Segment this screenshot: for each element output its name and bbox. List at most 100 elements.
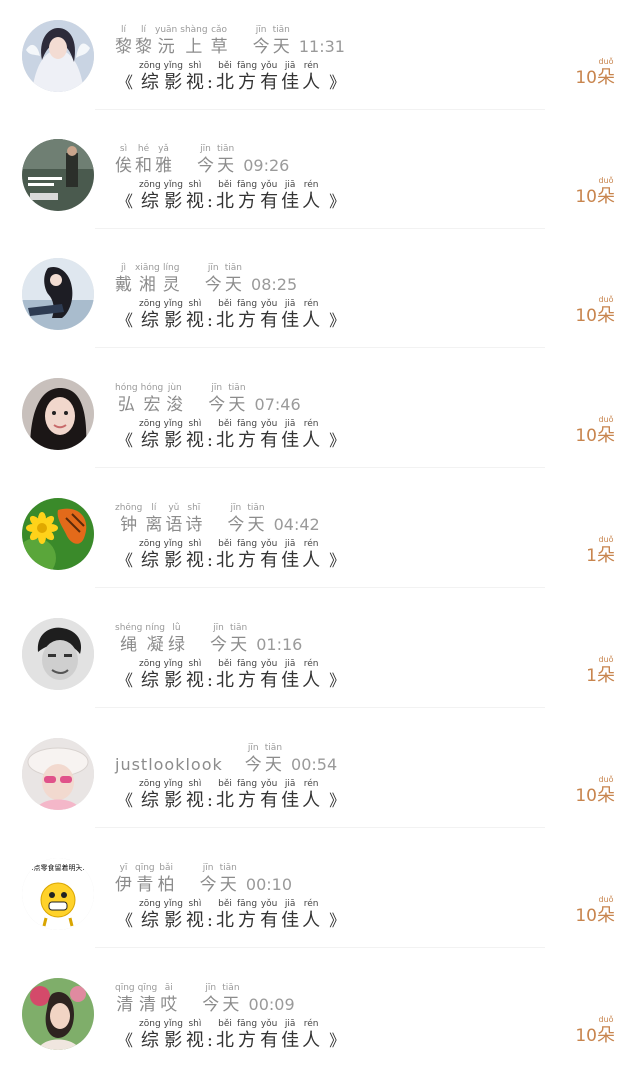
pinyin: yǒu bbox=[260, 659, 278, 669]
pinyin: yǐng bbox=[163, 180, 183, 190]
user-avatar[interactable]: .点零食留着明天. bbox=[22, 858, 94, 930]
pinyin: fāng bbox=[237, 1019, 258, 1029]
hanzi: 北 bbox=[216, 550, 234, 571]
pinyin: rén bbox=[303, 61, 319, 71]
user-avatar[interactable] bbox=[22, 618, 94, 690]
pinyin: cǎo bbox=[211, 25, 228, 35]
pinyin: yǒu bbox=[260, 180, 278, 190]
ruby-char: : bbox=[207, 61, 213, 94]
pinyin: shì bbox=[188, 659, 202, 669]
pinyin: yǐng bbox=[163, 61, 183, 71]
gift-record-row[interactable]: jì 戴 xiāng 湘 líng 灵 jīn 今 tiān 天 08:25 《 zōng 综 yǐng 影 s… bbox=[0, 238, 640, 348]
ruby-char: : bbox=[207, 419, 213, 452]
ruby-char: yǒu 有 bbox=[260, 779, 278, 812]
hanzi: : bbox=[206, 191, 213, 212]
hanzi: 视 bbox=[185, 550, 204, 571]
ruby-char: jiā 佳 bbox=[281, 61, 299, 94]
ruby-char: jiā 佳 bbox=[281, 899, 299, 932]
hanzi: 方 bbox=[238, 1030, 257, 1051]
user-meta: qīng 清 qīng 清 āi 哎 jīn 今 tiān 天 00:09 bbox=[115, 976, 295, 1016]
user-avatar[interactable] bbox=[22, 139, 94, 211]
bracket-right: 》 bbox=[329, 192, 346, 211]
ruby-char: běi 北 bbox=[216, 899, 234, 932]
hanzi: 佳 bbox=[281, 910, 300, 931]
pinyin: rén bbox=[303, 419, 319, 429]
ruby-char: yǒu 有 bbox=[260, 299, 278, 332]
pinyin: shī bbox=[187, 503, 201, 513]
pinyin: yǒu bbox=[260, 899, 278, 909]
pinyin: jiā bbox=[284, 779, 296, 789]
bracket-right: 》 bbox=[329, 1031, 346, 1050]
gift-record-row[interactable]: .点零食留着明天. yī 伊 qīng 青 bǎi 柏 jīn 今 tiān 天 00:10 《 zōng… bbox=[0, 838, 640, 948]
ruby-char: yǒu 有 bbox=[260, 180, 278, 213]
hanzi: 综 bbox=[140, 550, 159, 571]
ruby-char: yǒu 有 bbox=[260, 659, 278, 692]
gift-record-row[interactable]: qīng 清 qīng 清 āi 哎 jīn 今 tiān 天 00:09 《 zōng 综 yǐng 影 sh… bbox=[0, 958, 640, 1068]
gift-title: 《 zōng 综 yǐng 影 shì 视: běi 北 fāng 方 yǒu 有 jiā 佳 rén 人》 bbox=[117, 292, 351, 332]
hanzi: 人 bbox=[302, 310, 321, 331]
pinyin: tiān bbox=[264, 743, 283, 753]
flower-count: 1 duǒ 朵 bbox=[586, 654, 618, 687]
pinyin: yǔ bbox=[168, 503, 180, 513]
ruby-char: jiā 佳 bbox=[281, 299, 299, 332]
user-avatar[interactable] bbox=[22, 258, 94, 330]
hanzi: 有 bbox=[260, 910, 279, 931]
pinyin: tiān bbox=[219, 863, 237, 873]
ruby-char: zōng 综 bbox=[139, 61, 161, 94]
pinyin: yǐng bbox=[163, 779, 183, 789]
pinyin: qīng bbox=[135, 863, 155, 873]
gift-record-row[interactable]: lí 黎 lí 黎 yuān 沅 shàng 上 cǎo 草 jīn 今 tiān 天 11:31 《 zōng… bbox=[0, 0, 640, 110]
user-avatar[interactable] bbox=[22, 498, 94, 570]
ruby-char: rén 人 bbox=[302, 419, 320, 452]
hanzi: 影 bbox=[164, 430, 183, 451]
row-divider bbox=[95, 947, 545, 948]
flower-count: 10 duǒ 朵 bbox=[575, 1014, 618, 1047]
pinyin: zōng bbox=[139, 659, 161, 669]
bracket-right: 》 bbox=[329, 791, 346, 810]
pinyin: duǒ bbox=[598, 775, 614, 784]
flower-count: 10 duǒ 朵 bbox=[575, 894, 618, 927]
hanzi: 综 bbox=[140, 72, 159, 93]
hanzi: 佳 bbox=[281, 310, 300, 331]
ruby-char: fāng 方 bbox=[237, 779, 257, 812]
flower-count: 10 duǒ 朵 bbox=[575, 774, 618, 807]
hanzi: 视 bbox=[185, 1030, 204, 1051]
hanzi: 方 bbox=[238, 550, 257, 571]
pinyin: duǒ bbox=[598, 57, 614, 66]
pinyin: jīn bbox=[247, 743, 259, 753]
gift-record-row[interactable]: sì 俟 hé 和 yǎ 雅 jīn 今 tiān 天 09:26 《 zōng 综 yǐng 影 shì 视: b… bbox=[0, 119, 640, 229]
user-meta: lí 黎 lí 黎 yuān 沅 shàng 上 cǎo 草 jīn 今 tiān 天 11:31 bbox=[115, 18, 345, 58]
ruby-char: duǒ 朵 bbox=[597, 56, 615, 89]
bracket-left: 《 bbox=[117, 671, 134, 690]
pinyin: hóng bbox=[115, 383, 138, 393]
hanzi: 佳 bbox=[281, 670, 300, 691]
pinyin: jīn bbox=[211, 383, 223, 393]
pinyin: běi bbox=[218, 419, 232, 429]
hanzi: 朵 bbox=[597, 665, 615, 686]
gift-record-row[interactable]: zhōng 钟 lí 离 yǔ 语 shī 诗 jīn 今 tiān 天 04:42 《 zōng 综 yǐng… bbox=[0, 478, 640, 588]
gift-record-row[interactable]: shéng 绳 níng 凝 lǜ 绿 jīn 今 tiān 天 01:16 《 zōng 综 yǐng 影 s… bbox=[0, 598, 640, 708]
ruby-char: shì 视 bbox=[186, 779, 204, 812]
user-avatar[interactable] bbox=[22, 738, 94, 810]
user-avatar[interactable] bbox=[22, 978, 94, 1050]
ruby-char: zōng 综 bbox=[139, 419, 161, 452]
hanzi: 影 bbox=[164, 550, 183, 571]
bracket-left: 《 bbox=[117, 791, 134, 810]
ruby-char: duǒ 朵 bbox=[597, 175, 615, 208]
ruby-char: rén 人 bbox=[302, 299, 320, 332]
pinyin: rén bbox=[303, 779, 319, 789]
gift-record-row[interactable]: hóng 弘 hóng 宏 jùn 浚 jīn 今 tiān 天 07:46 《 zōng 综 yǐng 影 s… bbox=[0, 358, 640, 468]
gift-record-row[interactable]: justlooklook jīn 今 tiān 天 00:54 《 zōng 综 yǐng 影 shì… bbox=[0, 718, 640, 828]
pinyin: jiā bbox=[284, 659, 296, 669]
pinyin: rén bbox=[303, 180, 319, 190]
ruby-char: yǐng 影 bbox=[164, 779, 183, 812]
user-avatar[interactable] bbox=[22, 378, 94, 450]
user-meta: hóng 弘 hóng 宏 jùn 浚 jīn 今 tiān 天 07:46 bbox=[115, 376, 301, 416]
ruby-char: shì 视 bbox=[186, 180, 204, 213]
ruby-char: yǐng 影 bbox=[164, 180, 183, 213]
hanzi: 综 bbox=[140, 191, 159, 212]
ruby-char: fāng 方 bbox=[237, 539, 257, 572]
user-avatar[interactable] bbox=[22, 20, 94, 92]
user-meta: yī 伊 qīng 青 bǎi 柏 jīn 今 tiān 天 00:10 bbox=[115, 856, 292, 896]
row-divider bbox=[95, 467, 545, 468]
